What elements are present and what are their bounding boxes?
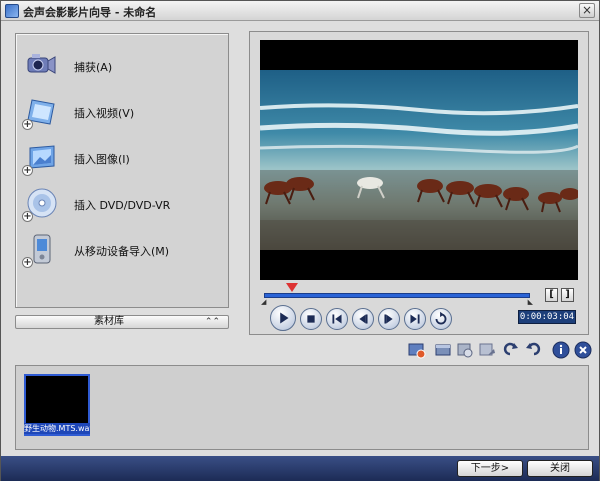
clock-icon bbox=[457, 343, 473, 358]
preview-panel: ◢ ◣ [ ] 0:00:03:04 bbox=[249, 31, 589, 335]
rotate-right-tool[interactable] bbox=[524, 341, 542, 359]
delete-clip-button[interactable] bbox=[574, 341, 592, 359]
video-preview[interactable] bbox=[260, 40, 578, 280]
stop-icon bbox=[307, 315, 315, 323]
plus-icon: + bbox=[22, 257, 33, 268]
repeat-button[interactable] bbox=[430, 308, 452, 330]
menu-item-capture[interactable]: 捕获(A) bbox=[24, 46, 224, 84]
skip-start-icon bbox=[332, 314, 342, 324]
step-back-icon bbox=[359, 314, 368, 324]
menu-item-label: 插入 DVD/DVD-VR bbox=[74, 199, 171, 212]
menu-item-label: 从移动设备导入(M) bbox=[74, 245, 170, 258]
add-to-storyboard-icon bbox=[408, 343, 426, 359]
menu-item-label: 捕获(A) bbox=[74, 61, 113, 74]
trim-start-marker[interactable]: ◢ bbox=[261, 298, 266, 306]
rotate-left-tool[interactable] bbox=[502, 341, 520, 359]
next-button[interactable]: 下一步> bbox=[457, 460, 523, 477]
plus-icon: + bbox=[22, 119, 33, 130]
add-clip-tool[interactable] bbox=[408, 341, 426, 359]
library-label: 素材库 bbox=[94, 316, 124, 327]
info-icon bbox=[552, 341, 570, 359]
camcorder-icon bbox=[24, 48, 58, 82]
preview-frame-image bbox=[260, 70, 578, 250]
timecode-display[interactable]: 0:00:03:04 bbox=[518, 310, 576, 324]
stop-button[interactable] bbox=[300, 308, 322, 330]
step-forward-icon bbox=[384, 314, 393, 324]
close-button[interactable]: 关闭 bbox=[527, 460, 593, 477]
clip-properties-tool[interactable] bbox=[478, 341, 496, 359]
rotate-right-icon bbox=[526, 342, 541, 356]
wizard-window: 会声会影影片向导 - 未命名 × 捕获(A) + 插入视频(V) + 插入图像(… bbox=[0, 0, 600, 481]
go-to-end-button[interactable] bbox=[404, 308, 426, 330]
mark-in-button[interactable]: [ bbox=[545, 288, 558, 302]
next-frame-button[interactable] bbox=[378, 308, 400, 330]
close-circle-icon bbox=[574, 341, 592, 359]
double-chevron-up-icon[interactable]: ⌃⌃ bbox=[205, 316, 220, 328]
clip-name: 野生动物.MTS.wav bbox=[24, 423, 90, 434]
menu-item-insert-video[interactable]: + 插入视频(V) bbox=[22, 92, 224, 130]
insert-video-icon: + bbox=[22, 94, 58, 130]
timeline-track[interactable] bbox=[264, 293, 530, 298]
app-icon bbox=[5, 4, 19, 18]
skip-end-icon bbox=[410, 314, 420, 324]
trim-end-marker[interactable]: ◣ bbox=[528, 298, 533, 306]
play-icon bbox=[280, 312, 289, 324]
menu-item-label: 插入图像(I) bbox=[74, 153, 130, 166]
menu-item-insert-dvd[interactable]: + 插入 DVD/DVD-VR bbox=[22, 184, 224, 222]
plus-icon: + bbox=[22, 211, 33, 222]
menu-item-import-mobile[interactable]: + 从移动设备导入(M) bbox=[22, 230, 224, 268]
footer-bar: 下一步> 关闭 bbox=[1, 456, 599, 481]
window-title: 会声会影影片向导 - 未命名 bbox=[23, 6, 157, 19]
mark-out-button[interactable]: ] bbox=[561, 288, 574, 302]
window-close-button[interactable]: × bbox=[579, 3, 595, 18]
mobile-device-icon: + bbox=[22, 232, 58, 268]
go-to-start-button[interactable] bbox=[326, 308, 348, 330]
play-button[interactable] bbox=[270, 305, 296, 331]
title-bar: 会声会影影片向导 - 未命名 × bbox=[1, 1, 599, 21]
rotate-left-icon bbox=[503, 342, 518, 356]
previous-frame-button[interactable] bbox=[352, 308, 374, 330]
plus-icon: + bbox=[22, 165, 33, 176]
properties-icon bbox=[479, 343, 495, 356]
dvd-disc-icon: + bbox=[22, 186, 58, 222]
import-panel: 捕获(A) + 插入视频(V) + 插入图像(I) + 插入 DVD/DVD-V… bbox=[15, 33, 229, 308]
timeline-scrubber[interactable]: ◢ ◣ bbox=[261, 283, 533, 306]
playhead-marker[interactable] bbox=[286, 283, 298, 292]
split-clip-tool[interactable] bbox=[434, 341, 452, 359]
help-button[interactable] bbox=[552, 341, 570, 359]
repeat-icon bbox=[435, 311, 447, 325]
storyboard-area[interactable]: 01 野生动物.MTS.wav bbox=[15, 365, 589, 450]
clip-duration-tool[interactable] bbox=[456, 341, 474, 359]
menu-item-label: 插入视频(V) bbox=[74, 107, 135, 120]
insert-image-icon: + bbox=[22, 140, 58, 176]
split-clip-icon bbox=[435, 344, 451, 356]
library-toggle-bar[interactable]: 素材库 ⌃⌃ bbox=[15, 315, 229, 329]
menu-item-insert-image[interactable]: + 插入图像(I) bbox=[22, 138, 224, 176]
